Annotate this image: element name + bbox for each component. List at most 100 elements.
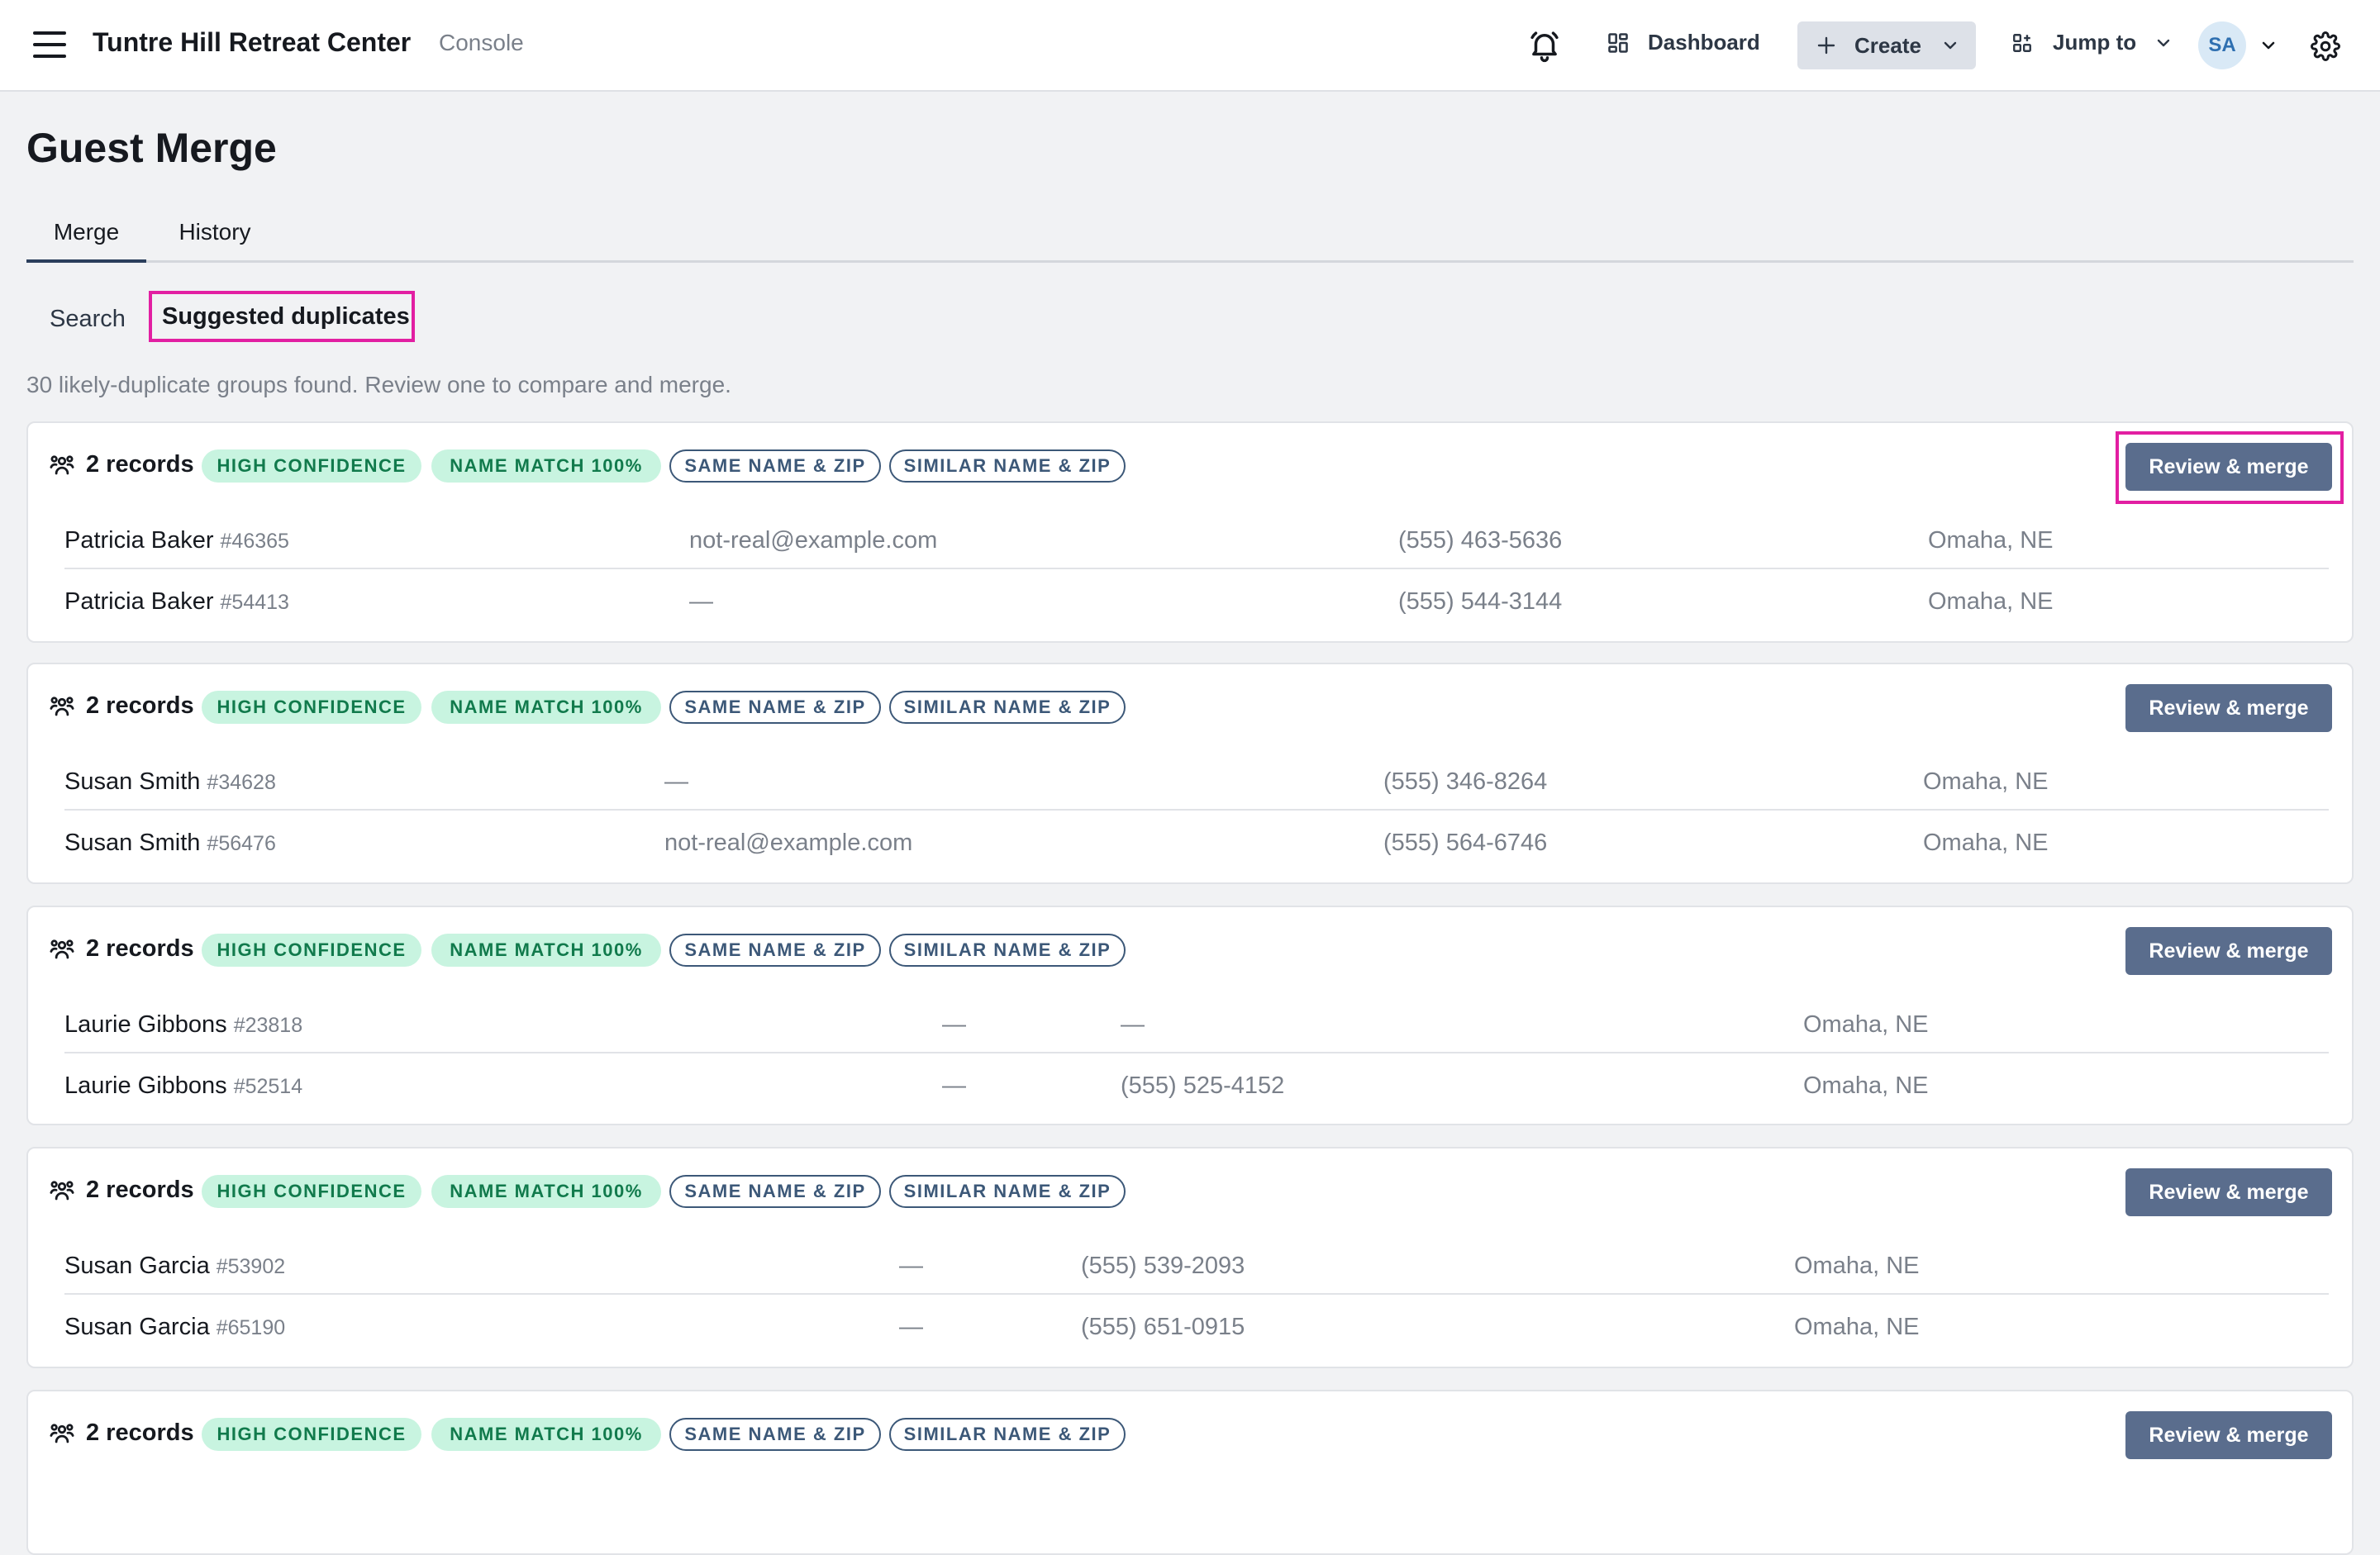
guest-email: —	[689, 588, 713, 615]
guest-email: —	[899, 1253, 923, 1279]
guest-name: Susan Smith	[64, 830, 201, 856]
badge-similar-name-zip: SIMILAR NAME & ZIP	[889, 1175, 1126, 1208]
people-icon	[50, 939, 74, 959]
merge-tabs: Merge History	[26, 210, 2354, 263]
badge-name-match: NAME MATCH 100%	[431, 1175, 661, 1208]
guest-phone: (555) 346-8264	[1383, 768, 1548, 795]
badge-similar-name-zip: SIMILAR NAME & ZIP	[889, 1418, 1126, 1451]
review-merge-button[interactable]: Review & merge	[2125, 684, 2332, 732]
guest-name: Patricia Baker	[64, 527, 214, 554]
settings-icon[interactable]	[2311, 31, 2340, 61]
guest-id: #34628	[207, 771, 276, 794]
guest-phone: —	[1121, 1011, 1145, 1038]
subtab-search[interactable]: Search	[50, 306, 126, 333]
guest-location: Omaha, NE	[1794, 1253, 1920, 1279]
guest-id: #56476	[207, 832, 276, 855]
chevron-down-icon	[1944, 41, 1957, 50]
record-name-cell: Susan Garcia #65190	[64, 1314, 285, 1341]
guest-email: —	[942, 1072, 966, 1099]
create-button[interactable]: Create	[1797, 21, 1976, 69]
review-merge-button[interactable]: Review & merge	[2125, 927, 2332, 975]
plus-icon	[1817, 36, 1835, 55]
record-name-cell: Susan Smith #56476	[64, 830, 276, 857]
guest-id: #53902	[216, 1255, 286, 1278]
badge-high-confidence: HIGH CONFIDENCE	[202, 1175, 421, 1208]
guest-phone: (555) 463-5636	[1398, 527, 1563, 554]
badge-high-confidence: HIGH CONFIDENCE	[202, 1418, 421, 1451]
badge-same-name-zip: SAME NAME & ZIP	[669, 449, 881, 483]
record-row[interactable]: Laurie Gibbons #23818 — — Omaha, NE	[64, 993, 2329, 1053]
badge-name-match: NAME MATCH 100%	[431, 449, 661, 483]
duplicate-group: 2 records HIGH CONFIDENCE NAME MATCH 100…	[26, 421, 2354, 643]
record-count: 2 records	[86, 451, 194, 478]
review-merge-button[interactable]: Review & merge	[2125, 1168, 2332, 1216]
app-subtitle: Console	[439, 30, 524, 55]
review-merge-button[interactable]: Review & merge	[2125, 443, 2332, 491]
tab-merge[interactable]: Merge	[26, 210, 146, 263]
badge-similar-name-zip: SIMILAR NAME & ZIP	[889, 449, 1126, 483]
tab-history[interactable]: History	[169, 210, 261, 263]
guest-email: not-real@example.com	[689, 527, 938, 554]
record-name-cell: Susan Smith #34628	[64, 768, 276, 796]
record-name-cell: Susan Garcia #53902	[64, 1253, 285, 1280]
record-row[interactable]: Patricia Baker #46365 not-real@example.co…	[64, 509, 2329, 569]
guest-phone: (555) 525-4152	[1121, 1072, 1285, 1099]
guest-id: #23818	[233, 1014, 303, 1037]
people-icon	[50, 697, 74, 716]
badge-high-confidence: HIGH CONFIDENCE	[202, 934, 421, 967]
record-row[interactable]: Patricia Baker #54413 — (555) 544-3144 Om…	[64, 570, 2329, 630]
record-count: 2 records	[86, 935, 194, 962]
guest-phone: (555) 539-2093	[1081, 1253, 1245, 1279]
guest-email: —	[899, 1314, 923, 1340]
subtab-suggested-duplicates[interactable]: Suggested duplicates	[149, 291, 415, 342]
guest-location: Omaha, NE	[1803, 1072, 1929, 1099]
badge-high-confidence: HIGH CONFIDENCE	[202, 691, 421, 724]
guest-id: #46365	[220, 530, 289, 553]
duplicate-group: 2 records HIGH CONFIDENCE NAME MATCH 100…	[26, 906, 2354, 1125]
jump-to-label: Jump to	[2053, 30, 2137, 55]
page-title: Guest Merge	[26, 125, 277, 171]
guest-phone: (555) 564-6746	[1383, 830, 1548, 856]
menu-icon[interactable]	[33, 31, 66, 58]
guest-name: Susan Garcia	[64, 1253, 210, 1279]
guest-email: not-real@example.com	[664, 830, 913, 856]
record-row[interactable]: Laurie Gibbons #52514 — (555) 525-4152 Om…	[64, 1054, 2329, 1115]
create-label: Create	[1854, 32, 1921, 58]
badge-name-match: NAME MATCH 100%	[431, 691, 661, 724]
duplicate-group: 2 records HIGH CONFIDENCE NAME MATCH 100…	[26, 1390, 2354, 1555]
people-icon	[50, 1181, 74, 1201]
guest-phone: (555) 544-3144	[1398, 588, 1563, 615]
guest-id: #65190	[216, 1316, 286, 1339]
badge-name-match: NAME MATCH 100%	[431, 934, 661, 967]
jump-to-button[interactable]: Jump to	[2011, 30, 2171, 55]
record-count: 2 records	[86, 1177, 194, 1203]
record-name-cell: Patricia Baker #46365	[64, 527, 289, 554]
people-icon	[50, 1424, 74, 1443]
dashboard-icon	[1608, 32, 1628, 53]
bell-icon[interactable]	[1527, 28, 1562, 63]
badge-same-name-zip: SAME NAME & ZIP	[669, 1175, 881, 1208]
record-row[interactable]: Susan Garcia #53902 — (555) 539-2093 Omah…	[64, 1234, 2329, 1295]
guest-name: Laurie Gibbons	[64, 1011, 227, 1038]
record-row[interactable]: Susan Garcia #65190 — (555) 651-0915 Omah…	[64, 1296, 2329, 1356]
badge-similar-name-zip: SIMILAR NAME & ZIP	[889, 691, 1126, 724]
review-merge-button[interactable]: Review & merge	[2125, 1411, 2332, 1459]
guest-email: —	[942, 1011, 966, 1038]
badge-same-name-zip: SAME NAME & ZIP	[669, 1418, 881, 1451]
chevron-down-icon[interactable]	[2261, 40, 2276, 50]
avatar[interactable]: SA	[2198, 21, 2246, 69]
guest-location: Omaha, NE	[1794, 1314, 1920, 1340]
guest-location: Omaha, NE	[1928, 588, 2054, 615]
top-bar: Tuntre Hill Retreat Center Console Dashb…	[0, 0, 2380, 92]
record-row[interactable]: Susan Smith #34628 — (555) 346-8264 Omaha…	[64, 750, 2329, 811]
badge-same-name-zip: SAME NAME & ZIP	[669, 934, 881, 967]
guest-name: Susan Garcia	[64, 1314, 210, 1340]
guest-name: Patricia Baker	[64, 588, 214, 615]
record-count: 2 records	[86, 1419, 194, 1446]
record-row[interactable]: Susan Smith #56476 not-real@example.com (…	[64, 811, 2329, 872]
dashboard-button[interactable]: Dashboard	[1606, 30, 1760, 55]
record-count: 2 records	[86, 692, 194, 719]
record-name-cell: Laurie Gibbons #52514	[64, 1072, 302, 1100]
chevron-down-icon	[2157, 39, 2170, 46]
guest-name: Susan Smith	[64, 768, 201, 795]
